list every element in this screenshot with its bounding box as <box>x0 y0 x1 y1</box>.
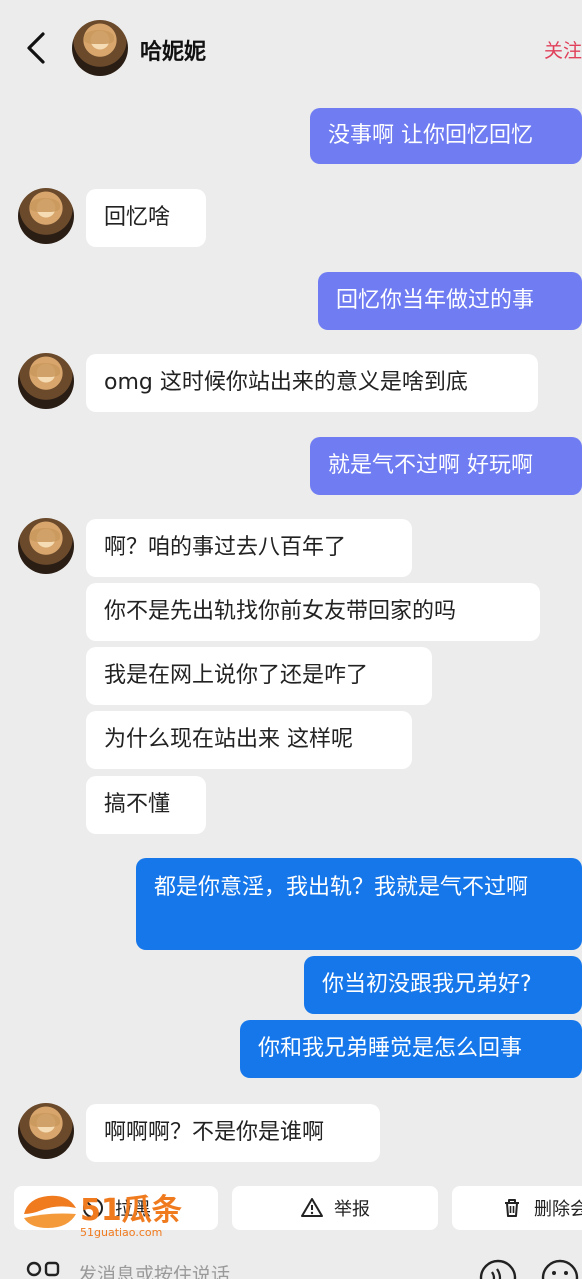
emoji-icon[interactable] <box>540 1258 580 1279</box>
warning-icon <box>301 1198 323 1217</box>
contact-avatar[interactable] <box>18 188 74 244</box>
contact-avatar[interactable] <box>18 518 74 574</box>
delete-label: 删除会 <box>534 1199 582 1220</box>
received-message-bubble[interactable]: 回忆啥 <box>86 189 206 247</box>
message-input[interactable]: 发消息或按住说话 <box>78 1260 230 1279</box>
watermark-logo: 51瓜条 51guatiao.com <box>18 1184 208 1240</box>
report-label: 举报 <box>334 1199 370 1220</box>
watermark-domain: 51guatiao.com <box>80 1226 162 1239</box>
apps-icon[interactable] <box>26 1260 62 1279</box>
received-message-bubble[interactable]: 啊啊啊？不是你是谁啊 <box>86 1104 380 1162</box>
received-message-bubble[interactable]: 你不是先出轨找你前女友带回家的吗 <box>86 583 540 641</box>
sent-message-bubble[interactable]: 回忆你当年做过的事 <box>318 272 582 330</box>
sent-message-bubble[interactable]: 没事啊 让你回忆回忆 <box>310 108 582 164</box>
contact-avatar[interactable] <box>18 1103 74 1159</box>
received-message-bubble[interactable]: 为什么现在站出来 这样呢 <box>86 711 412 769</box>
back-button[interactable] <box>18 28 54 68</box>
message-input-bar: 发消息或按住说话 <box>0 1246 582 1279</box>
contact-avatar[interactable] <box>18 353 74 409</box>
report-button[interactable]: 举报 <box>232 1186 438 1230</box>
follow-button[interactable]: 关注 <box>544 36 582 63</box>
watermark-brand: 51瓜条 <box>80 1193 182 1228</box>
voice-icon[interactable] <box>478 1258 518 1279</box>
received-message-bubble[interactable]: 搞不懂 <box>86 776 206 834</box>
sent-message-bubble[interactable]: 你和我兄弟睡觉是怎么回事 <box>240 1020 582 1078</box>
received-message-bubble[interactable]: omg 这时候你站出来的意义是啥到底 <box>86 354 538 412</box>
trash-icon <box>505 1199 519 1217</box>
chat-header: 哈妮妮 关注 <box>0 0 582 92</box>
received-message-bubble[interactable]: 啊？咱的事过去八百年了 <box>86 519 412 577</box>
sent-message-bubble[interactable]: 就是气不过啊 好玩啊 <box>310 437 582 495</box>
sent-message-bubble[interactable]: 都是你意淫，我出轨？我就是气不过啊 <box>136 858 582 950</box>
sent-message-bubble[interactable]: 你当初没跟我兄弟好? <box>304 956 582 1014</box>
contact-name: 哈妮妮 <box>140 40 207 65</box>
contact-avatar[interactable] <box>72 20 128 76</box>
delete-conversation-button[interactable]: 删除会 <box>452 1186 582 1230</box>
chevron-left-icon <box>27 32 45 64</box>
received-message-bubble[interactable]: 我是在网上说你了还是咋了 <box>86 647 432 705</box>
